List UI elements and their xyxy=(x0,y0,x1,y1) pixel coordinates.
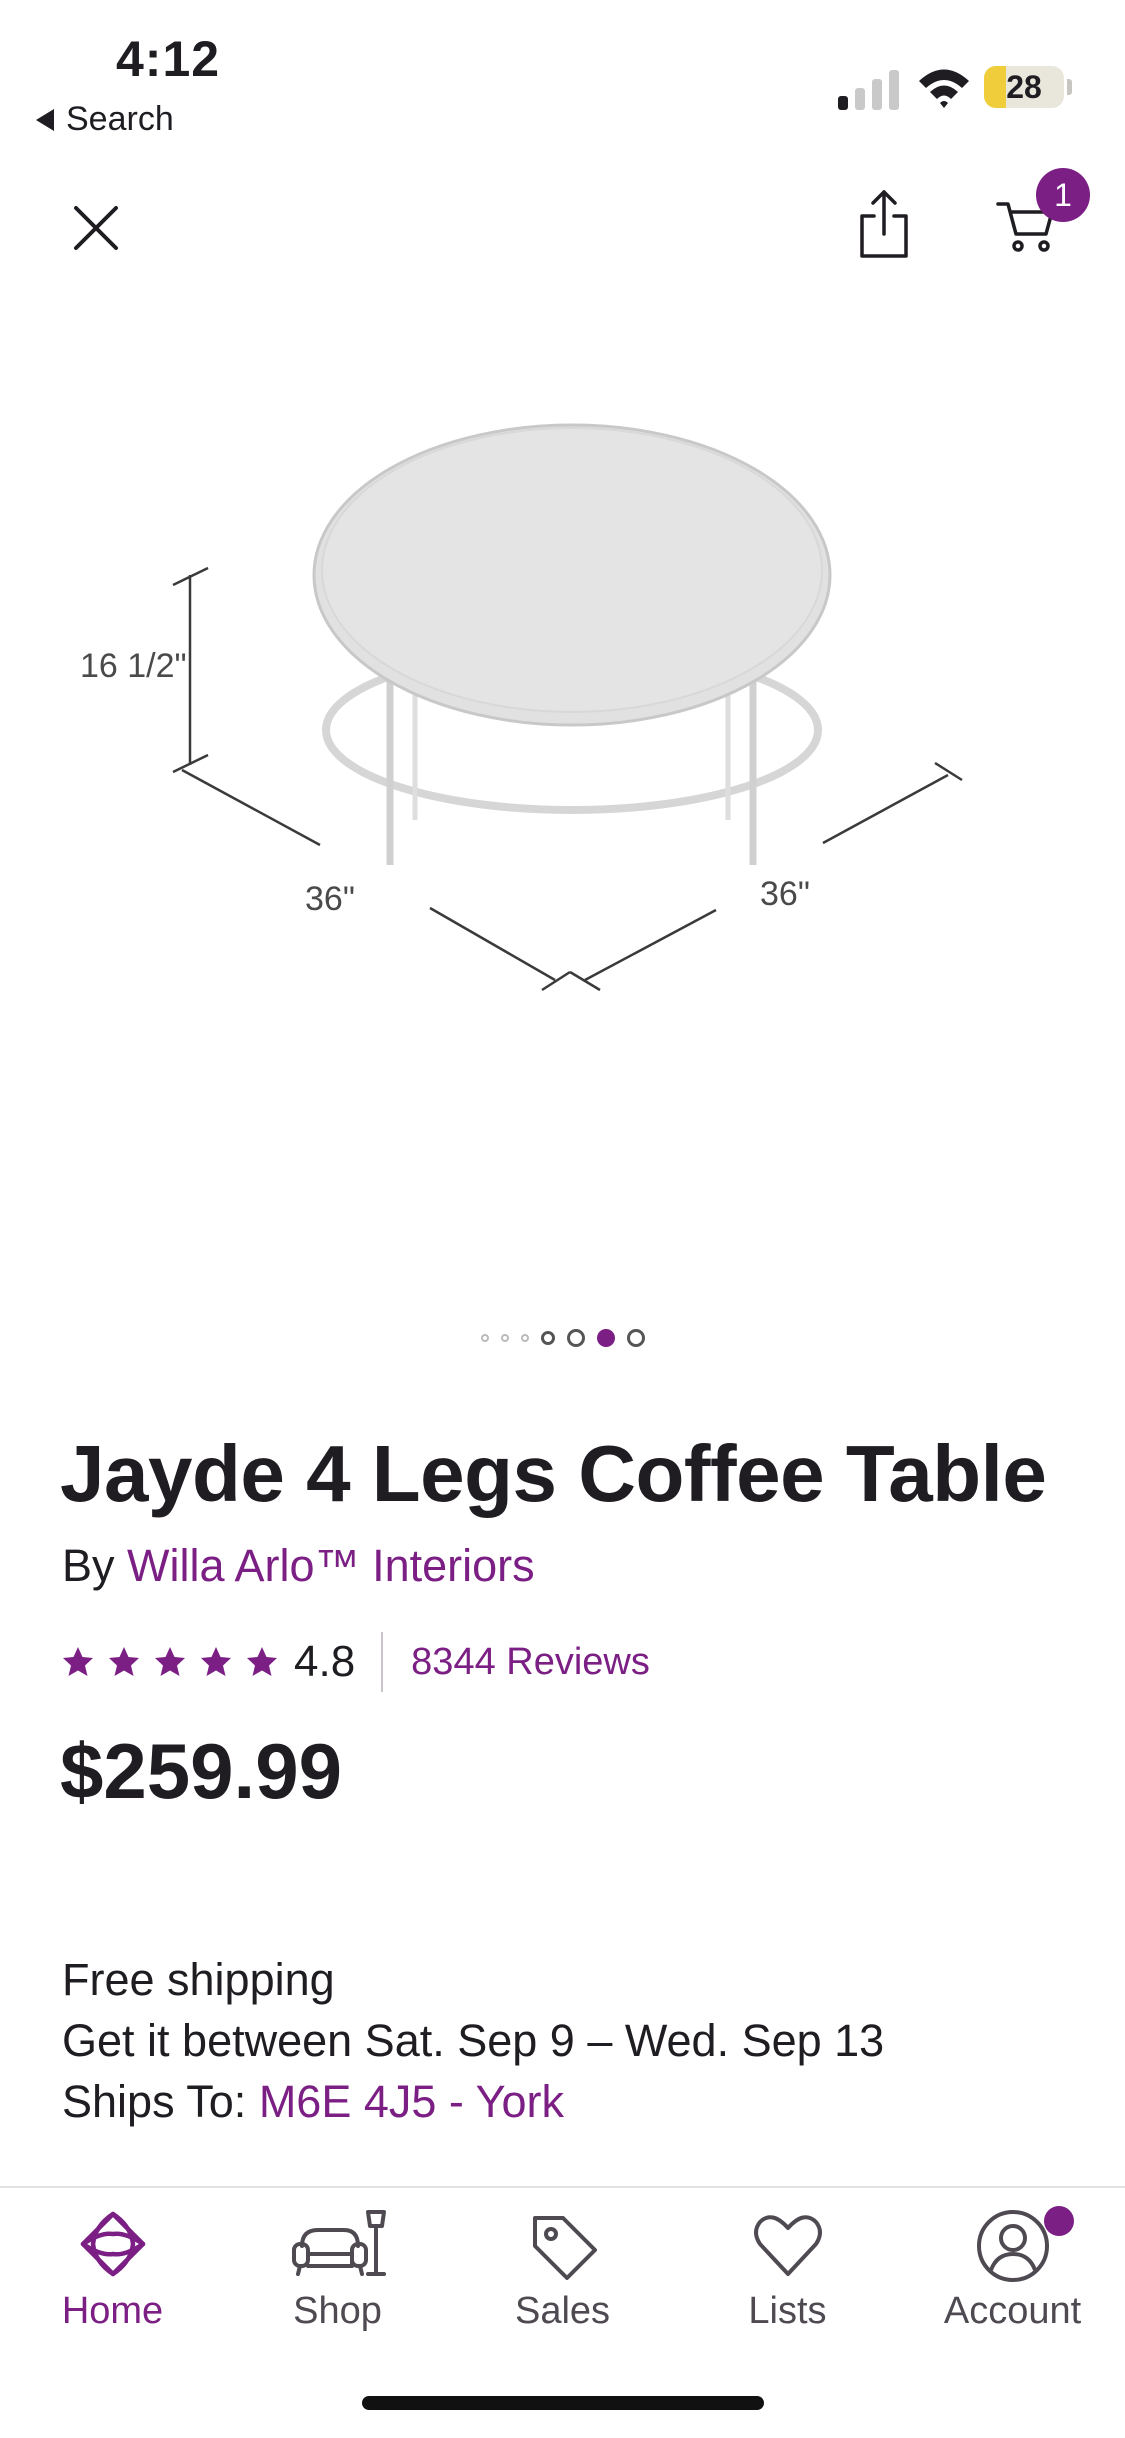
free-shipping-text: Free shipping xyxy=(62,1954,335,2005)
tab-home[interactable]: Home xyxy=(0,2206,225,2333)
rating-row: 4.8 8344 Reviews xyxy=(62,1630,650,1694)
pager-dot[interactable] xyxy=(480,1334,489,1342)
account-notification-dot xyxy=(1044,2206,1074,2236)
pager-dot[interactable] xyxy=(520,1334,529,1342)
coffee-table-dimension-drawing: 16 1/2" 36" 36" xyxy=(80,423,963,992)
depth-dimension-label: 36" xyxy=(760,875,810,913)
height-dimension-label: 16 1/2" xyxy=(80,647,187,685)
close-icon xyxy=(74,206,118,250)
brand-row: By Willa Arlo™ Interiors xyxy=(62,1540,535,1592)
ships-to-row: Ships To: M6E 4J5 - York xyxy=(62,2072,884,2133)
brand-link[interactable]: Willa Arlo™ Interiors xyxy=(127,1540,535,1591)
home-icon xyxy=(80,2211,145,2277)
rating-value: 4.8 xyxy=(294,1637,356,1686)
pager-dot[interactable] xyxy=(500,1334,509,1342)
share-button[interactable] xyxy=(856,186,912,262)
star-icon xyxy=(109,1647,139,1676)
account-icon xyxy=(976,2210,1049,2282)
pager-dot[interactable] xyxy=(626,1329,645,1347)
battery-indicator: 28 xyxy=(984,66,1072,108)
tab-account[interactable]: Account xyxy=(900,2206,1125,2333)
tab-sales-label: Sales xyxy=(514,2290,611,2332)
image-pager[interactable] xyxy=(0,1320,1125,1356)
pager-dot[interactable] xyxy=(566,1329,585,1347)
tab-shop[interactable]: Shop xyxy=(225,2206,450,2333)
tab-account-label: Account xyxy=(943,2290,1082,2332)
delivery-window-text: Get it between Sat. Sep 9 – Wed. Sep 13 xyxy=(62,2014,885,2066)
pager-dot[interactable] xyxy=(596,1329,615,1347)
share-icon xyxy=(860,190,908,258)
tab-sales[interactable]: Sales xyxy=(450,2206,675,2333)
ships-to-location-link[interactable]: M6E 4J5 - York xyxy=(259,2076,564,2127)
ships-to-label: Ships To: xyxy=(62,2075,247,2127)
tab-shop-label: Shop xyxy=(293,2290,382,2332)
battery-level: 28 xyxy=(1006,69,1042,105)
reviews-link[interactable]: 8344 Reviews xyxy=(411,1641,650,1684)
close-button[interactable] xyxy=(64,196,128,260)
star-icon xyxy=(155,1647,185,1676)
tag-icon xyxy=(532,2216,597,2280)
shipping-info: Free shipping Get it between Sat. Sep 9 … xyxy=(62,1950,884,2132)
width-dimension-label: 36" xyxy=(305,880,355,918)
sofa-lamp-icon xyxy=(291,2210,386,2276)
cart-count-badge: 1 xyxy=(1036,168,1090,222)
product-price: $259.99 xyxy=(60,1727,342,1815)
rating-divider xyxy=(381,1632,384,1692)
back-arrow-icon xyxy=(36,108,54,131)
cellular-signal-icon xyxy=(838,70,899,110)
tab-lists-label: Lists xyxy=(748,2290,827,2332)
by-label: By xyxy=(62,1540,115,1591)
status-time: 4:12 xyxy=(116,31,221,87)
tab-lists[interactable]: Lists xyxy=(675,2206,900,2333)
wifi-icon xyxy=(919,69,969,108)
pager-dot[interactable] xyxy=(540,1331,555,1345)
rating-stars xyxy=(62,1646,278,1678)
heart-icon xyxy=(753,2215,822,2276)
back-to-search-link[interactable]: Search xyxy=(36,100,174,139)
star-icon xyxy=(247,1647,277,1676)
product-title: Jayde 4 Legs Coffee Table xyxy=(60,1429,1047,1518)
back-label: Search xyxy=(66,100,174,138)
star-icon xyxy=(201,1647,231,1676)
tab-home-label: Home xyxy=(61,2290,164,2332)
star-icon xyxy=(63,1647,93,1676)
home-indicator[interactable] xyxy=(362,2396,764,2410)
product-image[interactable]: 16 1/2" 36" 36" xyxy=(60,380,1065,1020)
